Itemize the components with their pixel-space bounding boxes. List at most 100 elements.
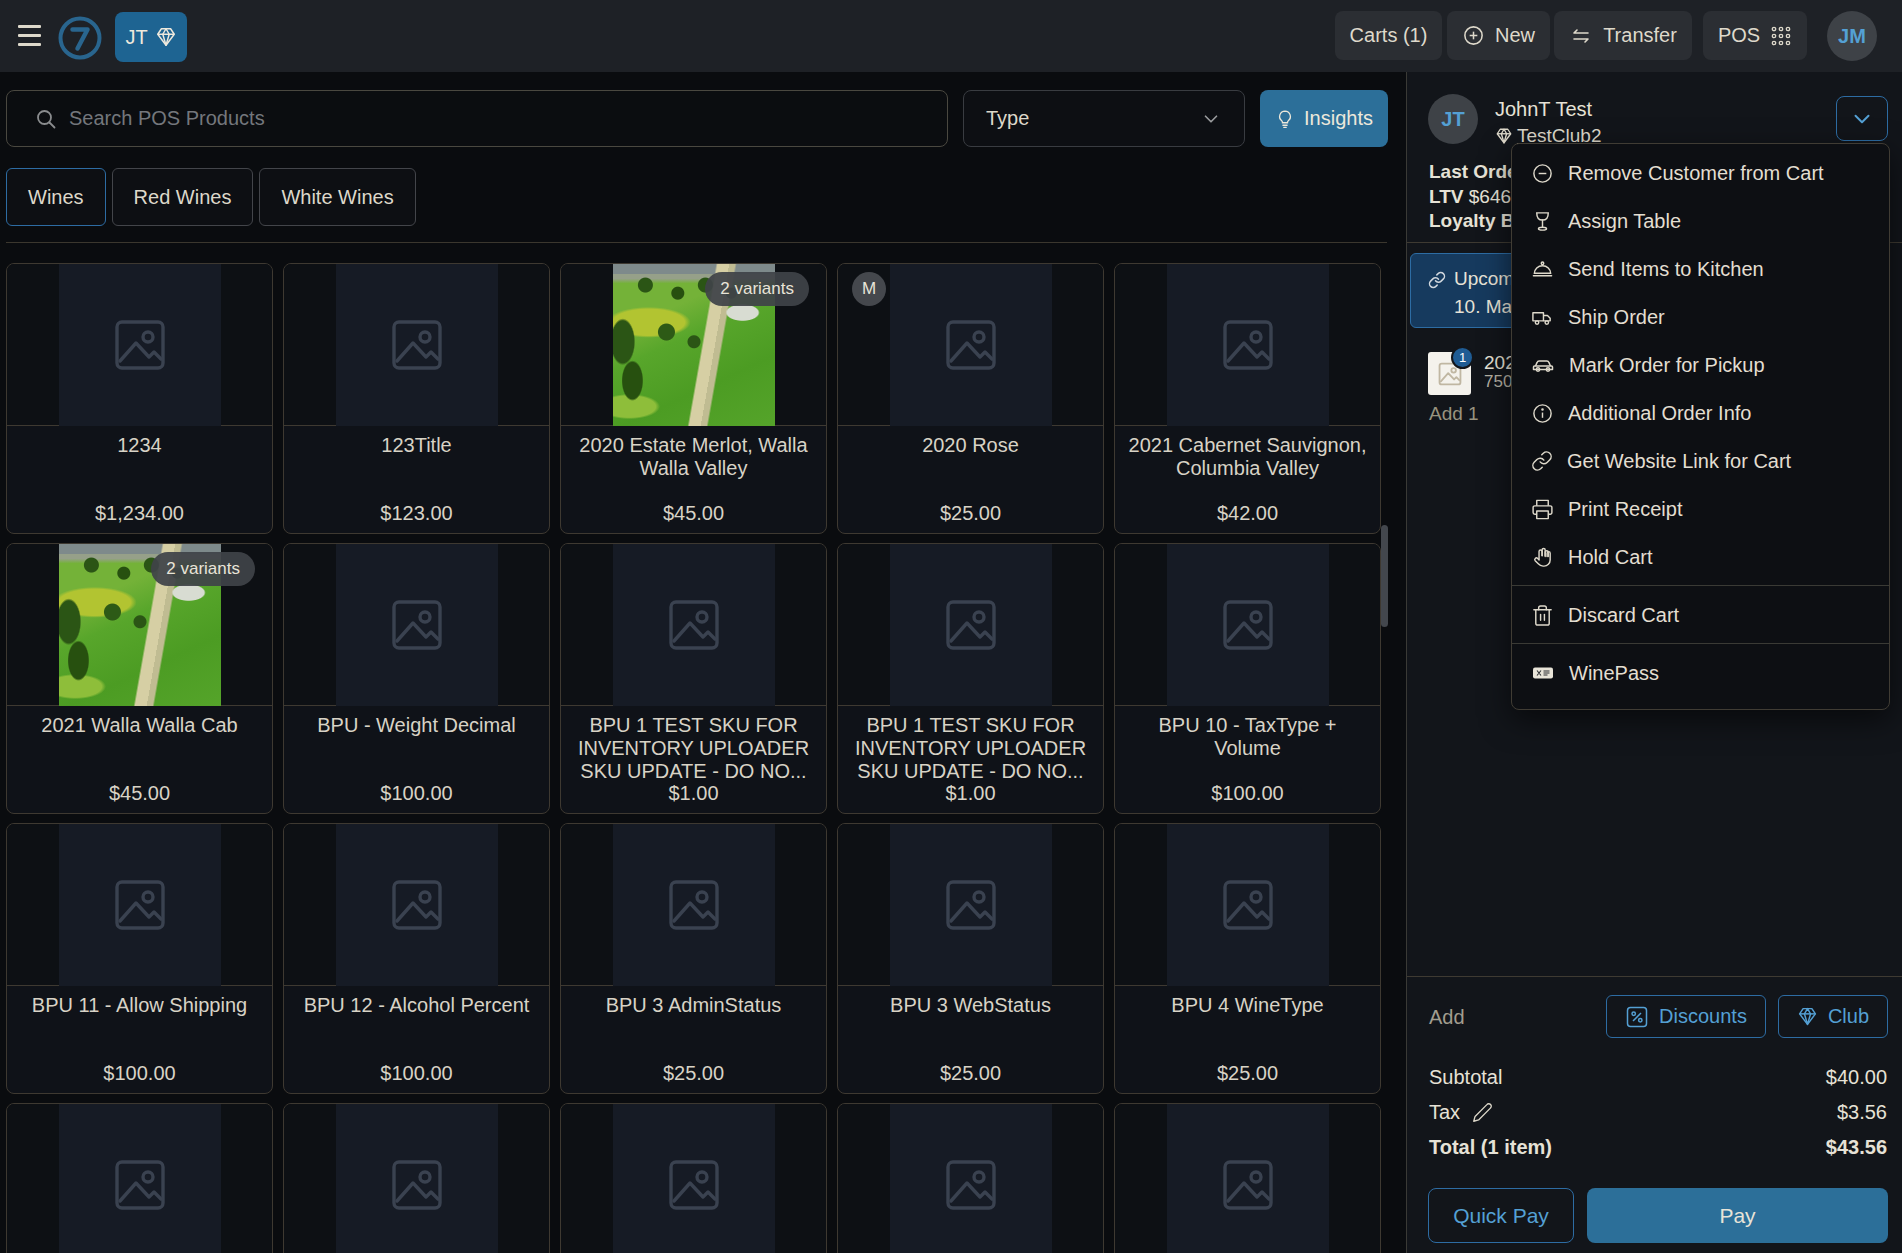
- product-title: BPU 3 WebStatus: [838, 994, 1103, 1017]
- product-image: [838, 824, 1103, 986]
- product-price: $42.00: [1115, 502, 1380, 525]
- printer-icon: [1531, 498, 1554, 521]
- product-grid: 1234$1,234.00123Title$123.002 variants20…: [6, 263, 1388, 1253]
- product-card[interactable]: BPU 10 - TaxType + Volume $100.00: [1114, 543, 1381, 814]
- product-card[interactable]: 123Title$123.00: [283, 263, 550, 534]
- register-label: JT: [125, 26, 147, 49]
- customer-avatar[interactable]: JT: [1428, 94, 1478, 144]
- product-image: 2 variants: [561, 264, 826, 426]
- trash-icon: [1531, 604, 1554, 627]
- product-title: BPU 4 WineType: [1115, 994, 1380, 1017]
- product-card[interactable]: [6, 1103, 273, 1253]
- chevron-down-icon: [1849, 106, 1875, 132]
- pos-button[interactable]: POS: [1703, 11, 1807, 60]
- menu-item-additional-order-info[interactable]: Additional Order Info: [1512, 389, 1889, 437]
- product-card[interactable]: BPU 1 TEST SKU FOR INVENTORY UPLOADER SK…: [560, 543, 827, 814]
- product-card[interactable]: BPU 3 WebStatus$25.00: [837, 823, 1104, 1094]
- menu-item-discard-cart[interactable]: Discard Cart: [1512, 591, 1889, 639]
- link-icon: [1531, 450, 1553, 472]
- product-title: 123Title: [284, 434, 549, 457]
- cart-summary: Subtotal$40.00Tax$3.56Total (1 item)$43.…: [1429, 1060, 1887, 1165]
- grid-dots-icon: [1770, 25, 1792, 47]
- quantity-badge: 1: [1451, 346, 1474, 369]
- product-title: 2020 Rose: [838, 434, 1103, 457]
- menu-divider: [1512, 585, 1889, 586]
- product-price: $100.00: [284, 782, 549, 805]
- type-dropdown[interactable]: Type: [963, 90, 1245, 147]
- cloche-icon: [1531, 258, 1554, 281]
- menu-item-print-receipt[interactable]: Print Receipt: [1512, 485, 1889, 533]
- customer-actions-button[interactable]: [1836, 96, 1888, 141]
- product-price: $25.00: [838, 502, 1103, 525]
- menu-item-send-items-to-kitchen[interactable]: Send Items to Kitchen: [1512, 245, 1889, 293]
- product-price: $25.00: [1115, 1062, 1380, 1085]
- product-image: [838, 544, 1103, 706]
- cart-actions-menu: Remove Customer from CartAssign TableSen…: [1511, 143, 1890, 710]
- menu-item-get-website-link-for-cart[interactable]: Get Website Link for Cart: [1512, 437, 1889, 485]
- club-button[interactable]: Club: [1778, 995, 1888, 1038]
- filter-chip[interactable]: Red Wines: [112, 168, 254, 226]
- diamond-icon: [1797, 1006, 1818, 1027]
- transfer-button[interactable]: Transfer: [1554, 11, 1692, 60]
- menu-item-winepass[interactable]: WinePass: [1512, 649, 1889, 697]
- product-image: [1115, 1104, 1380, 1253]
- product-image: [561, 1104, 826, 1253]
- search-icon: [35, 108, 57, 130]
- product-image: [7, 264, 272, 426]
- product-image: [284, 1104, 549, 1253]
- edit-tax-icon[interactable]: [1472, 1102, 1493, 1123]
- product-image: [284, 264, 549, 426]
- quick-pay-button[interactable]: Quick Pay: [1428, 1188, 1574, 1243]
- menu-item-assign-table[interactable]: Assign Table: [1512, 197, 1889, 245]
- variants-badge: 2 variants: [705, 272, 809, 306]
- menu-item-remove-customer-from-cart[interactable]: Remove Customer from Cart: [1512, 149, 1889, 197]
- menu-item-mark-order-for-pickup[interactable]: Mark Order for Pickup: [1512, 341, 1889, 389]
- product-card[interactable]: 2 variants2021 Walla Walla Cab$45.00: [6, 543, 273, 814]
- product-card[interactable]: [560, 1103, 827, 1253]
- type-dropdown-label: Type: [986, 107, 1029, 130]
- discounts-button[interactable]: Discounts: [1606, 995, 1766, 1038]
- register-button[interactable]: JT: [115, 12, 187, 62]
- menu-item-hold-cart[interactable]: Hold Cart: [1512, 533, 1889, 581]
- product-title: BPU 10 - TaxType + Volume: [1115, 714, 1380, 760]
- product-card[interactable]: BPU 11 - Allow Shipping$100.00: [6, 823, 273, 1094]
- scrollbar[interactable]: [1381, 525, 1388, 627]
- product-card[interactable]: [1114, 1103, 1381, 1253]
- sidebar-divider: [1407, 976, 1902, 977]
- search-input[interactable]: [69, 107, 947, 130]
- lightbulb-icon: [1275, 109, 1295, 129]
- product-image: [1115, 264, 1380, 426]
- product-card[interactable]: [283, 1103, 550, 1253]
- product-image: [838, 1104, 1103, 1253]
- insights-button[interactable]: Insights: [1260, 90, 1388, 147]
- product-card[interactable]: M2020 Rose$25.00: [837, 263, 1104, 534]
- new-button[interactable]: New: [1447, 11, 1550, 60]
- product-card[interactable]: 2 variants2020 Estate Merlot, Walla Wall…: [560, 263, 827, 534]
- product-card[interactable]: [837, 1103, 1104, 1253]
- pay-button[interactable]: Pay: [1587, 1188, 1888, 1243]
- carts-button[interactable]: Carts (1): [1335, 11, 1442, 60]
- product-image: [284, 824, 549, 986]
- product-price: $1.00: [838, 782, 1103, 805]
- add-one-button[interactable]: Add 1: [1429, 403, 1479, 425]
- commerce7-logo[interactable]: [58, 16, 102, 60]
- product-image: [1115, 544, 1380, 706]
- ticket-icon: [1531, 661, 1555, 685]
- product-title: 2021 Walla Walla Cab: [7, 714, 272, 737]
- diamond-icon: [1495, 127, 1513, 145]
- user-avatar[interactable]: JM: [1827, 11, 1877, 61]
- filter-chip[interactable]: White Wines: [259, 168, 415, 226]
- hamburger-menu-icon[interactable]: [18, 25, 41, 47]
- product-price: $100.00: [1115, 782, 1380, 805]
- product-card[interactable]: 2021 Cabernet Sauvignon, Columbia Valley…: [1114, 263, 1381, 534]
- product-card[interactable]: 1234$1,234.00: [6, 263, 273, 534]
- variants-badge: 2 variants: [151, 552, 255, 586]
- product-card[interactable]: BPU 12 - Alcohol Percent$100.00: [283, 823, 550, 1094]
- menu-item-ship-order[interactable]: Ship Order: [1512, 293, 1889, 341]
- product-card[interactable]: BPU 3 AdminStatus$25.00: [560, 823, 827, 1094]
- product-card[interactable]: BPU 1 TEST SKU FOR INVENTORY UPLOADER SK…: [837, 543, 1104, 814]
- filter-chip[interactable]: Wines: [6, 168, 106, 226]
- product-card[interactable]: BPU - Weight Decimal$100.00: [283, 543, 550, 814]
- product-price: $1,234.00: [7, 502, 272, 525]
- product-card[interactable]: BPU 4 WineType $25.00: [1114, 823, 1381, 1094]
